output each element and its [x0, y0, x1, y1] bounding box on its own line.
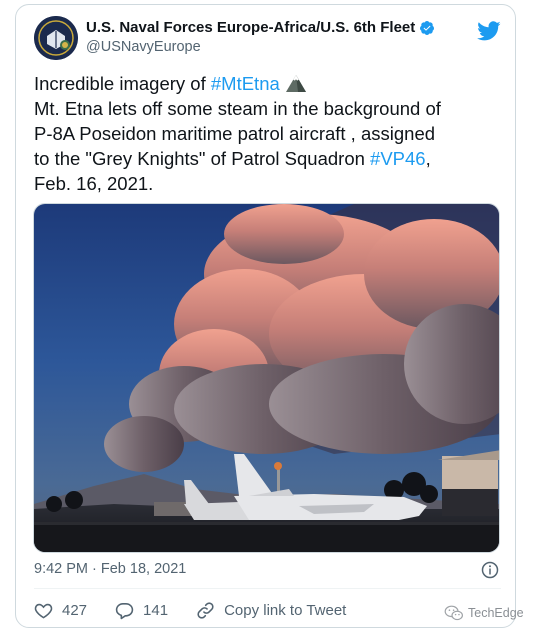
author-display-name[interactable]: U.S. Naval Forces Europe-Africa/U.S. 6th…	[86, 19, 415, 36]
wechat-icon	[444, 605, 463, 621]
mountain-emoji-icon	[285, 75, 306, 92]
reply-bubble-icon	[115, 602, 134, 620]
tweet-text-segment: ,	[425, 148, 431, 169]
tweet-text-line: Feb. 16, 2021.	[34, 173, 154, 194]
tweet-text-line: Mt. Etna lets off some steam in the back…	[34, 98, 441, 119]
info-icon[interactable]	[481, 561, 499, 579]
hashtag-mtetna[interactable]: #MtEtna	[211, 73, 280, 94]
tweet-text-line: P-8A Poseidon maritime patrol aircraft ,…	[34, 123, 436, 144]
link-icon	[197, 602, 214, 619]
twitter-bird-icon[interactable]	[477, 19, 501, 43]
like-count: 427	[62, 602, 88, 619]
etna-aircraft-photo	[34, 204, 499, 552]
reply-count: 141	[143, 602, 169, 619]
divider	[34, 588, 501, 589]
like-button[interactable]: 427	[34, 601, 87, 620]
heart-icon	[34, 603, 53, 619]
action-bar: 427 141 Copy link to Tweet	[34, 601, 374, 620]
hashtag-vp46[interactable]: #VP46	[370, 148, 426, 169]
verified-badge-icon	[420, 20, 435, 35]
tweet-text: Incredible imagery of #MtEtna Mt. Etna l…	[34, 71, 504, 196]
tweet-timestamp[interactable]: 9:42 PM · Feb 18, 2021	[34, 561, 186, 577]
tweet-card: U.S. Naval Forces Europe-Africa/U.S. 6th…	[15, 4, 524, 628]
copy-link-label: Copy link to Tweet	[224, 602, 347, 619]
author-handle[interactable]: @USNavyEurope	[86, 39, 201, 55]
reply-button[interactable]: 141	[115, 601, 168, 620]
watermark-label: TechEdge	[468, 606, 524, 620]
copy-link-button[interactable]: Copy link to Tweet	[196, 601, 346, 620]
tweet-text-segment: to the "Grey Knights" of Patrol Squadron	[34, 148, 371, 169]
tweet-text-segment: Incredible imagery of	[34, 73, 211, 94]
watermark: TechEdge	[444, 605, 524, 621]
avatar[interactable]	[34, 16, 78, 60]
tweet-photo[interactable]	[33, 203, 500, 553]
